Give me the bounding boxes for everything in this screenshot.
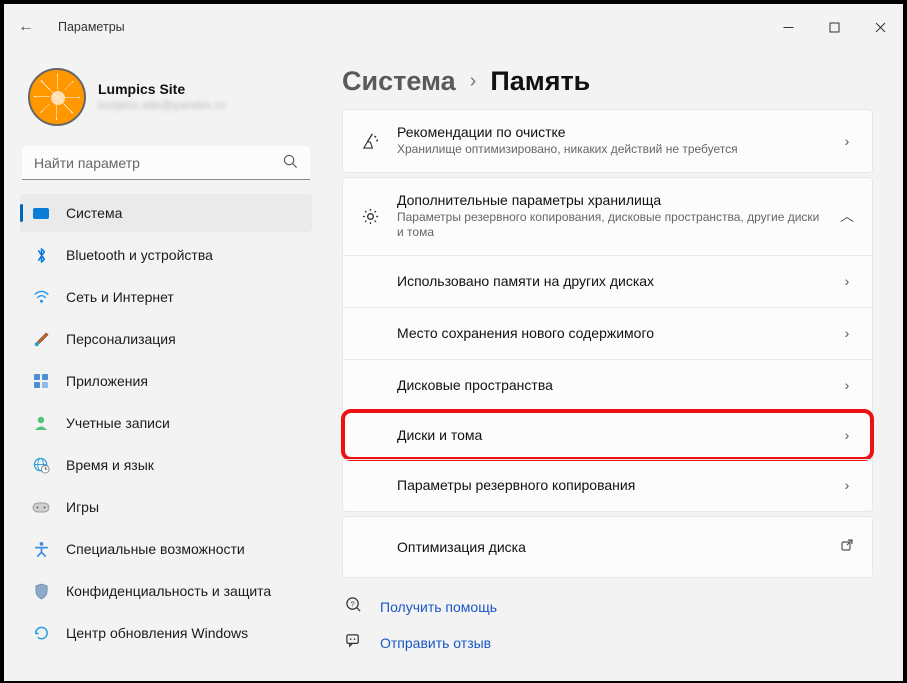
main-content: Система › Память Рекомендации по очистке… bbox=[324, 50, 903, 681]
row-label: Использовано памяти на других дисках bbox=[397, 273, 654, 289]
optimize-drives-row[interactable]: Оптимизация диска bbox=[342, 516, 873, 578]
chevron-right-icon: › bbox=[838, 377, 856, 393]
page-title: Память bbox=[490, 66, 590, 97]
profile-email: lumpics.site@yandex.ru bbox=[98, 98, 226, 113]
disks-volumes-row[interactable]: Диски и тома › bbox=[341, 409, 874, 461]
row-label: Дисковые пространства bbox=[397, 377, 553, 393]
row-label: Место сохранения нового содержимого bbox=[397, 325, 654, 341]
save-location-row[interactable]: Место сохранения нового содержимого › bbox=[343, 307, 872, 359]
chevron-right-icon: › bbox=[838, 325, 856, 341]
shield-icon bbox=[32, 582, 50, 600]
sidebar-item-label: Bluetooth и устройства bbox=[66, 247, 213, 263]
card-title: Оптимизация диска bbox=[397, 539, 822, 555]
person-icon bbox=[32, 414, 50, 432]
row-label: Диски и тома bbox=[397, 427, 482, 443]
chevron-up-icon: ︿ bbox=[838, 206, 856, 226]
maximize-button[interactable] bbox=[811, 11, 857, 43]
minimize-button[interactable] bbox=[765, 11, 811, 43]
card-subtitle: Хранилище оптимизировано, никаких действ… bbox=[397, 142, 822, 158]
app-title: Параметры bbox=[58, 20, 125, 34]
search-input[interactable] bbox=[34, 155, 283, 171]
sidebar-item-label: Персонализация bbox=[66, 331, 176, 347]
card-title: Дополнительные параметры хранилища bbox=[397, 192, 822, 208]
sidebar-item-label: Система bbox=[66, 205, 122, 221]
feedback-link[interactable]: Отправить отзыв bbox=[342, 632, 873, 654]
help-icon: ? bbox=[342, 596, 364, 618]
storage-other-drives-row[interactable]: Использовано памяти на других дисках › bbox=[343, 255, 872, 307]
sidebar-item-apps[interactable]: Приложения bbox=[20, 362, 312, 400]
sidebar-item-label: Специальные возможности bbox=[66, 541, 245, 557]
card-subtitle: Параметры резервного копирования, дисков… bbox=[397, 210, 822, 241]
row-label: Параметры резервного копирования bbox=[397, 477, 635, 493]
sidebar-item-privacy[interactable]: Конфиденциальность и защита bbox=[20, 572, 312, 610]
gear-icon bbox=[359, 207, 381, 226]
sidebar-item-label: Игры bbox=[66, 499, 99, 515]
bluetooth-icon bbox=[32, 246, 50, 264]
sidebar-item-update[interactable]: Центр обновления Windows bbox=[20, 614, 312, 652]
breadcrumb: Система › Память bbox=[342, 66, 873, 97]
sidebar-item-label: Время и язык bbox=[66, 457, 154, 473]
backup-options-row[interactable]: Параметры резервного копирования › bbox=[343, 459, 872, 511]
gamepad-icon bbox=[32, 498, 50, 516]
globe-clock-icon bbox=[32, 456, 50, 474]
sidebar-item-personalization[interactable]: Персонализация bbox=[20, 320, 312, 358]
breadcrumb-parent[interactable]: Система bbox=[342, 66, 456, 97]
profile-name: Lumpics Site bbox=[98, 81, 226, 99]
advanced-storage-group: Дополнительные параметры хранилища Парам… bbox=[342, 177, 873, 512]
advanced-storage-header[interactable]: Дополнительные параметры хранилища Парам… bbox=[343, 178, 872, 255]
chevron-right-icon: › bbox=[470, 70, 477, 93]
sidebar-item-system[interactable]: Система bbox=[20, 194, 312, 232]
sidebar-item-network[interactable]: Сеть и Интернет bbox=[20, 278, 312, 316]
sidebar-nav: Система Bluetooth и устройства Сеть и Ин… bbox=[20, 194, 312, 652]
get-help-link[interactable]: ? Получить помощь bbox=[342, 596, 873, 618]
chevron-right-icon: › bbox=[838, 427, 856, 443]
footer-links: ? Получить помощь Отправить отзыв bbox=[342, 596, 873, 654]
profile-block[interactable]: Lumpics Site lumpics.site@yandex.ru bbox=[20, 50, 312, 146]
accessibility-icon bbox=[32, 540, 50, 558]
avatar bbox=[28, 68, 86, 126]
brush-icon bbox=[32, 330, 50, 348]
cleanup-recommendations-row[interactable]: Рекомендации по очистке Хранилище оптими… bbox=[342, 109, 873, 173]
wifi-icon bbox=[32, 288, 50, 306]
link-label[interactable]: Отправить отзыв bbox=[380, 635, 491, 651]
sidebar-item-bluetooth[interactable]: Bluetooth и устройства bbox=[20, 236, 312, 274]
chevron-right-icon: › bbox=[838, 273, 856, 289]
window-controls bbox=[765, 11, 903, 43]
monitor-icon bbox=[32, 204, 50, 222]
sidebar: Lumpics Site lumpics.site@yandex.ru Сист… bbox=[4, 50, 324, 681]
svg-text:?: ? bbox=[350, 599, 354, 608]
search-icon bbox=[283, 154, 298, 172]
sidebar-item-accessibility[interactable]: Специальные возможности bbox=[20, 530, 312, 568]
sidebar-item-label: Конфиденциальность и защита bbox=[66, 583, 271, 599]
storage-spaces-row[interactable]: Дисковые пространства › bbox=[343, 359, 872, 411]
search-box[interactable] bbox=[22, 146, 310, 180]
update-icon bbox=[32, 624, 50, 642]
open-external-icon bbox=[838, 538, 856, 555]
sidebar-item-label: Центр обновления Windows bbox=[66, 625, 248, 641]
sidebar-item-time[interactable]: Время и язык bbox=[20, 446, 312, 484]
sidebar-item-label: Приложения bbox=[66, 373, 148, 389]
link-label[interactable]: Получить помощь bbox=[380, 599, 497, 615]
sidebar-item-label: Учетные записи bbox=[66, 415, 170, 431]
sidebar-item-label: Сеть и Интернет bbox=[66, 289, 174, 305]
chevron-right-icon: › bbox=[838, 477, 856, 493]
feedback-icon bbox=[342, 632, 364, 654]
apps-icon bbox=[32, 372, 50, 390]
card-title: Рекомендации по очистке bbox=[397, 124, 822, 140]
back-button[interactable]: ← bbox=[16, 18, 36, 36]
titlebar: ← Параметры bbox=[4, 4, 903, 50]
sidebar-item-gaming[interactable]: Игры bbox=[20, 488, 312, 526]
broom-icon bbox=[359, 131, 381, 150]
sidebar-item-accounts[interactable]: Учетные записи bbox=[20, 404, 312, 442]
close-button[interactable] bbox=[857, 11, 903, 43]
chevron-right-icon: › bbox=[838, 133, 856, 149]
